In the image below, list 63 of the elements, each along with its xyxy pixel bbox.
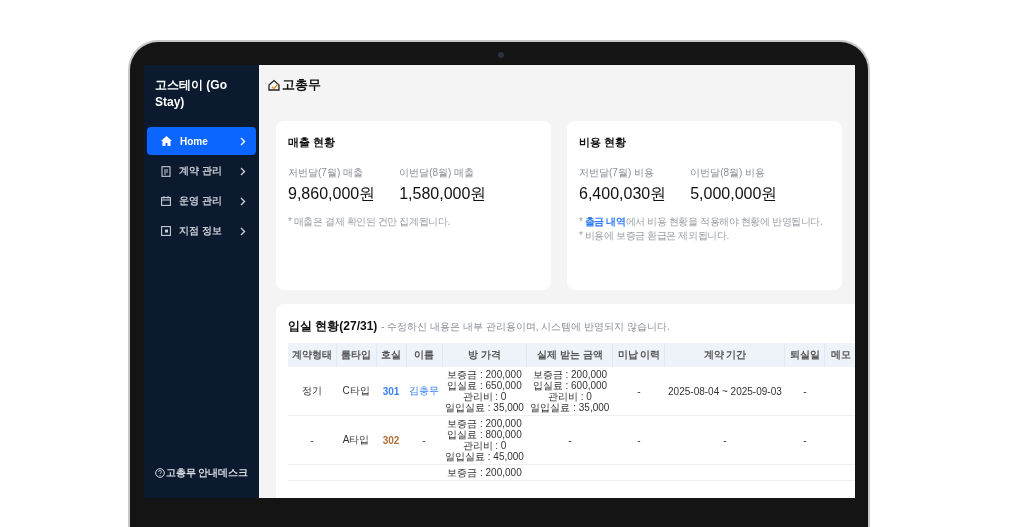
price-cell: 보증금 : 200,000 입실료 : 600,000 관리비 : 0 일입실료 : 35,000	[529, 369, 610, 413]
board-icon	[161, 226, 171, 236]
stat-value: 5,000,000원	[690, 184, 778, 204]
table-cell: -	[803, 385, 807, 397]
price-cell-text: 보증금 : 200,000	[446, 467, 523, 478]
help-icon	[154, 468, 165, 478]
column-header: 계약 기간	[703, 349, 747, 360]
table-cell: -	[310, 434, 314, 446]
stat-label: 이번달(8월) 매출	[399, 166, 476, 180]
column-header: 메모	[831, 349, 852, 360]
stat-label: 이번달(8월) 비용	[690, 166, 767, 180]
table-cell: -	[803, 434, 807, 446]
section-title: 입실 현황(27/31)	[288, 318, 378, 335]
camera-dot	[498, 52, 504, 58]
table-cell: A타입	[342, 434, 370, 445]
stat-label: 저번달(7월) 비용	[579, 166, 655, 180]
card-title: 비용 현황	[579, 135, 628, 150]
note-text: * 매출은 결제 확인된 건만 집계됩니다.	[288, 215, 451, 229]
table-cell: -	[637, 385, 641, 397]
stat-value: 9,860,000원	[288, 184, 376, 204]
table-cell: 2025-08-04 ~ 2025-09-03	[668, 385, 782, 397]
page-title: 고총무	[282, 76, 321, 94]
room-number[interactable]: 302	[382, 434, 400, 446]
app-title: 고스테이 (Go Stay)	[154, 77, 228, 111]
price-cell: 보증금 : 200,000 입실료 : 650,000 관리비 : 0 일입실료 : 35,000	[445, 369, 524, 413]
sidebar-item[interactable]: 운영 관리	[147, 187, 256, 215]
column-header: 실제 받는 금액	[537, 349, 603, 360]
column-header: 호실	[381, 349, 401, 360]
note-text: * 출금 내역에서 비용 현황을 적용해야 현황에 반영됩니다.	[579, 215, 824, 229]
document-icon	[161, 165, 171, 177]
room-number[interactable]: 301	[382, 385, 400, 397]
history-link[interactable]: 출금 내역	[584, 216, 626, 227]
column-header: 방 가격	[468, 349, 501, 360]
stat-label: 저번달(7월) 매출	[288, 166, 364, 180]
help-desk-link[interactable]: 고총무 안내데스크	[147, 466, 256, 480]
column-header: 이름	[414, 349, 434, 360]
chevron-right-icon	[240, 136, 246, 146]
column-header: 미납 이력	[617, 349, 661, 360]
stat-value: 1,580,000원	[399, 184, 487, 204]
table-cell: -	[723, 434, 727, 446]
column-header: 퇴실일	[789, 349, 820, 360]
column-header: 룸타입	[341, 349, 371, 360]
price-cell-text: -	[567, 434, 573, 446]
price-cell: 보증금 : 200,000 입실료 : 800,000 관리비 : 0 일입실료 : 45,000	[445, 418, 524, 462]
house-check-icon	[268, 79, 280, 91]
card-title: 매출 현황	[288, 135, 337, 150]
sidebar-item[interactable]: 계약 관리	[147, 157, 256, 185]
stat-value: 6,400,030원	[579, 184, 667, 204]
calendar-icon	[161, 196, 171, 206]
sidebar-item[interactable]: Home	[147, 127, 256, 155]
table-cell: 정기	[302, 385, 322, 396]
section-note: - 수정하신 내용은 내부 관리용이며, 시스템에 반영되지 않습니다.	[381, 320, 670, 334]
column-header: 계약형태	[291, 349, 332, 360]
sidebar-item[interactable]: 지점 정보	[147, 217, 256, 245]
table-cell: -	[637, 434, 641, 446]
note-text: * 비용에 보증금 환급은 제외됩니다.	[579, 229, 730, 243]
home-icon	[161, 136, 172, 146]
chevron-right-icon	[240, 166, 246, 176]
table-cell: C타입	[342, 385, 370, 396]
tenant-name[interactable]: 김총무	[409, 385, 439, 396]
chevron-right-icon	[240, 226, 246, 236]
tenant-name[interactable]: -	[422, 434, 426, 446]
chevron-right-icon	[240, 196, 246, 206]
